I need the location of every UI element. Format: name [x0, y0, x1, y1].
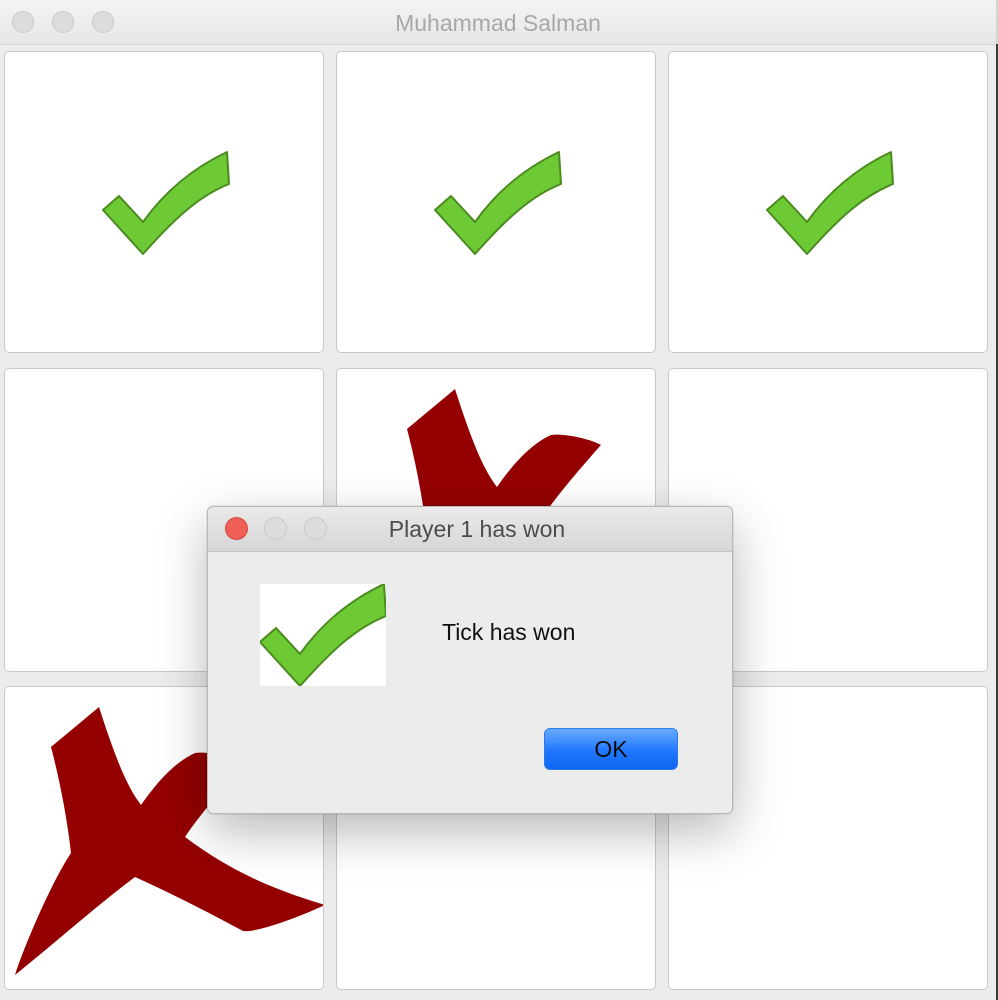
window-title: Muhammad Salman — [395, 10, 601, 36]
board-cell-r1c1[interactable] — [4, 51, 324, 353]
board-cell-r1c2[interactable] — [336, 51, 656, 353]
check-mark-icon — [766, 151, 894, 255]
dialog-title: Player 1 has won — [388, 516, 566, 542]
window-titlebar: Muhammad Salman — [0, 0, 996, 45]
dialog-message: Tick has won — [442, 619, 576, 645]
check-mark-icon — [434, 151, 562, 255]
win-dialog: Player 1 has won Tick has won OK — [207, 506, 733, 814]
ok-button[interactable]: OK — [544, 728, 678, 770]
game-window: Muhammad Salman — [0, 0, 998, 1000]
check-mark-icon — [102, 151, 230, 255]
check-mark-icon — [259, 583, 387, 687]
board-cell-r1c3[interactable] — [668, 51, 988, 353]
dialog-titlebar: Player 1 has won — [208, 507, 732, 552]
